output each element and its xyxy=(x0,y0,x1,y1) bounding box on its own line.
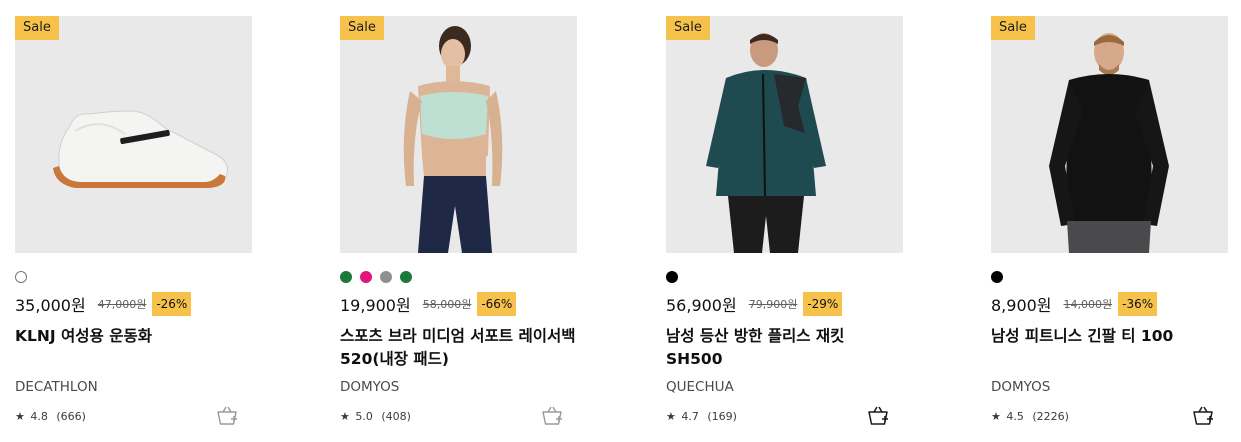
product-grid: Sale 35,000원 47,000원 -26% KLNJ 여성용 운동화 D… xyxy=(0,0,1241,442)
sale-price: 19,900원 xyxy=(340,296,411,315)
product-image[interactable]: Sale xyxy=(15,16,252,253)
brand-name: DECATHLON xyxy=(15,379,98,395)
sale-badge: Sale xyxy=(666,16,710,40)
original-price: 47,000원 xyxy=(97,298,147,311)
product-card[interactable]: Sale 35,000원 47,000원 -26% KLNJ 여성용 운동화 D… xyxy=(15,16,252,436)
product-card[interactable]: Sale 19,900원 58,000원 -66% 스포츠 브라 미디엄 서포트… xyxy=(340,16,577,436)
cart-add-icon xyxy=(542,406,562,425)
sneaker-image xyxy=(53,110,228,188)
sale-badge: Sale xyxy=(991,16,1035,40)
color-swatch[interactable] xyxy=(340,271,352,283)
review-count: (408) xyxy=(381,410,411,423)
sale-price: 35,000원 xyxy=(15,296,86,315)
rating: ★ 4.7 (169) xyxy=(666,410,737,423)
sale-price: 8,900원 xyxy=(991,296,1052,315)
product-name[interactable]: 스포츠 브라 미디엄 서포트 레이서백 520(내장 패드) xyxy=(340,325,577,371)
price-row: 56,900원 79,900원 -29% xyxy=(666,292,843,316)
rating: ★ 4.5 (2226) xyxy=(991,410,1069,423)
sale-badge: Sale xyxy=(340,16,384,40)
color-swatch[interactable] xyxy=(380,271,392,283)
original-price: 79,900원 xyxy=(748,298,798,311)
long-sleeve-tee-image xyxy=(1049,33,1169,253)
star-icon: ★ xyxy=(15,410,25,423)
price-row: 19,900원 58,000원 -66% xyxy=(340,292,517,316)
cart-add-icon xyxy=(217,406,237,425)
sale-price: 56,900원 xyxy=(666,296,737,315)
rating-value: 4.7 xyxy=(681,410,699,423)
review-count: (666) xyxy=(56,410,86,423)
rating-value: 4.5 xyxy=(1006,410,1024,423)
product-image[interactable]: Sale xyxy=(340,16,577,253)
product-card[interactable]: Sale 8,900원 14,000원 -36% 남성 피트니스 긴팔 티 10… xyxy=(991,16,1228,436)
original-price: 58,000원 xyxy=(422,298,472,311)
brand-name: DOMYOS xyxy=(340,379,400,395)
color-swatch[interactable] xyxy=(360,271,372,283)
discount-badge: -66% xyxy=(477,292,517,316)
discount-badge: -26% xyxy=(152,292,192,316)
review-count: (2226) xyxy=(1032,410,1069,423)
cart-add-icon xyxy=(1193,406,1213,425)
add-to-cart-button[interactable] xyxy=(216,405,238,427)
rating-value: 4.8 xyxy=(30,410,48,423)
fleece-jacket-image xyxy=(706,33,826,253)
discount-badge: -29% xyxy=(803,292,843,316)
sports-bra-image xyxy=(403,26,503,253)
review-count: (169) xyxy=(707,410,737,423)
product-card[interactable]: Sale 56,900원 79,900원 -29% 남성 등산 방한 플리스 재… xyxy=(666,16,903,436)
brand-name: QUECHUA xyxy=(666,379,734,395)
brand-name: DOMYOS xyxy=(991,379,1051,395)
discount-badge: -36% xyxy=(1118,292,1158,316)
add-to-cart-button[interactable] xyxy=(867,405,889,427)
original-price: 14,000원 xyxy=(1063,298,1113,311)
add-to-cart-button[interactable] xyxy=(541,405,563,427)
color-swatch[interactable] xyxy=(666,271,678,283)
price-row: 35,000원 47,000원 -26% xyxy=(15,292,192,316)
color-swatches xyxy=(666,271,678,283)
star-icon: ★ xyxy=(666,410,676,423)
product-name[interactable]: KLNJ 여성용 운동화 xyxy=(15,325,252,348)
color-swatch[interactable] xyxy=(15,271,27,283)
color-swatches xyxy=(15,271,27,283)
color-swatches xyxy=(340,271,412,283)
product-name[interactable]: 남성 등산 방한 플리스 재킷 SH500 xyxy=(666,325,903,371)
price-row: 8,900원 14,000원 -36% xyxy=(991,292,1158,316)
rating-value: 5.0 xyxy=(355,410,373,423)
product-image[interactable]: Sale xyxy=(991,16,1228,253)
cart-add-icon xyxy=(868,406,888,425)
star-icon: ★ xyxy=(340,410,350,423)
rating: ★ 5.0 (408) xyxy=(340,410,411,423)
color-swatches xyxy=(991,271,1003,283)
sale-badge: Sale xyxy=(15,16,59,40)
product-image[interactable]: Sale xyxy=(666,16,903,253)
add-to-cart-button[interactable] xyxy=(1192,405,1214,427)
product-name[interactable]: 남성 피트니스 긴팔 티 100 xyxy=(991,325,1228,348)
color-swatch[interactable] xyxy=(400,271,412,283)
color-swatch[interactable] xyxy=(991,271,1003,283)
star-icon: ★ xyxy=(991,410,1001,423)
rating: ★ 4.8 (666) xyxy=(15,410,86,423)
